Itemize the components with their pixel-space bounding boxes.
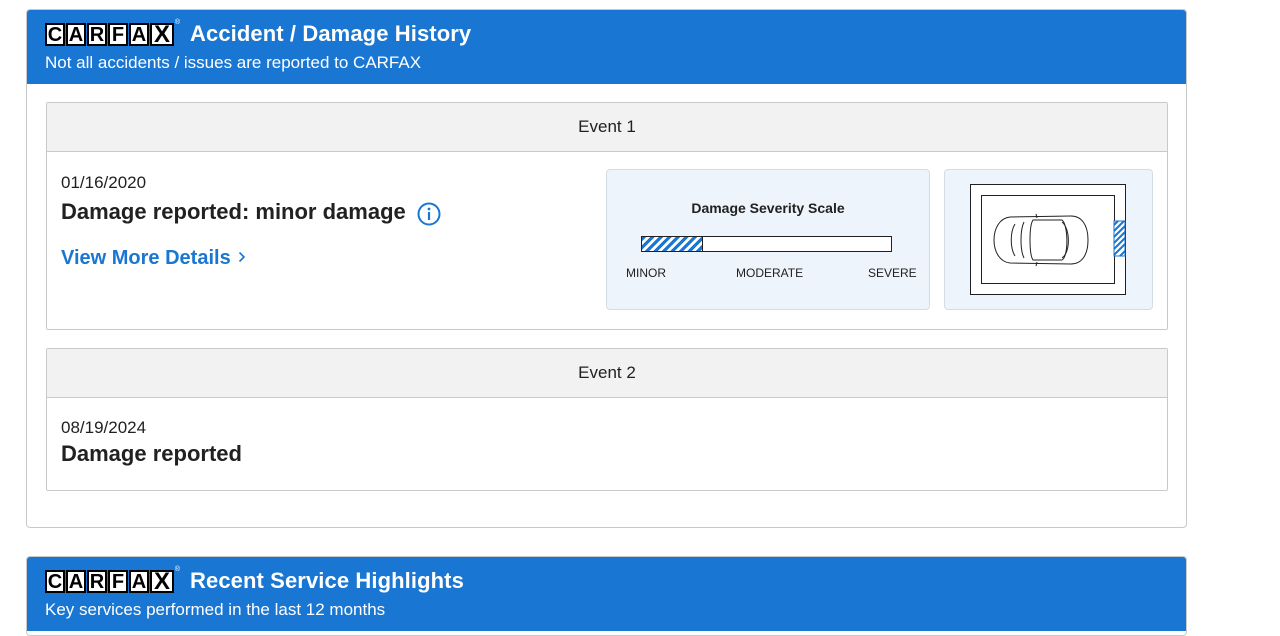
severity-label-minor: MINOR — [626, 266, 666, 280]
logo-letter: X — [150, 569, 174, 593]
section-title: Accident / Damage History — [190, 21, 472, 46]
registered-mark: ® — [174, 565, 180, 573]
view-more-details-label: View More Details — [61, 247, 231, 269]
impact-location-panel — [944, 169, 1153, 310]
event-description: Damage reported: minor damage — [61, 197, 441, 226]
event-date: 08/19/2024 — [61, 418, 147, 437]
event-header: Event 1 — [47, 103, 1167, 152]
view-more-details-link[interactable]: View More Details — [61, 247, 246, 270]
damage-severity-panel: Damage Severity Scale MINOR MODERATE SEV… — [606, 169, 930, 310]
event-description: Damage reported — [61, 441, 242, 467]
section-subtitle: Not all accidents / issues are reported … — [45, 53, 422, 72]
logo-letter: F — [108, 569, 128, 593]
severity-level-fill — [642, 237, 703, 251]
severity-title: Damage Severity Scale — [691, 200, 845, 216]
severity-label-severe: SEVERE — [868, 266, 917, 280]
severity-scale-bar — [641, 236, 892, 252]
section-header: C A R F A X ® Accident / Damage History … — [27, 10, 1186, 84]
registered-mark: ® — [174, 18, 180, 26]
severity-label-moderate: MODERATE — [736, 266, 804, 280]
logo-letter: A — [129, 22, 149, 46]
carfax-logo: C A R F A X ® — [45, 566, 180, 593]
logo-letter: X — [150, 22, 174, 46]
section-subtitle: Key services performed in the last 12 mo… — [45, 600, 386, 619]
logo-letter: C — [45, 569, 65, 593]
logo-letter: A — [129, 569, 149, 593]
logo-letter: F — [108, 22, 128, 46]
logo-letter: A — [66, 22, 86, 46]
recent-service-highlights-section: C A R F A X ® Recent Service Highlights … — [26, 556, 1187, 636]
impact-marker — [1113, 220, 1126, 257]
event-header: Event 2 — [47, 349, 1167, 398]
event-description-text: Damage reported: minor damage — [61, 198, 406, 224]
carfax-logo: C A R F A X ® — [45, 19, 180, 46]
event-card: Event 1 01/16/2020 Damage reported: mino… — [46, 102, 1168, 330]
logo-letter: A — [66, 569, 86, 593]
chevron-right-icon — [238, 250, 246, 268]
logo-letter: C — [45, 22, 65, 46]
accident-damage-history-section: C A R F A X ® Accident / Damage History … — [26, 9, 1187, 528]
section-title: Recent Service Highlights — [190, 568, 464, 593]
logo-letter: R — [87, 569, 107, 593]
info-circle-icon[interactable] — [417, 202, 441, 226]
logo-letter: R — [87, 22, 107, 46]
section-header: C A R F A X ® Recent Service Highlights … — [27, 557, 1186, 631]
event-card: Event 2 08/19/2024 Damage reported — [46, 348, 1168, 491]
event-date: 01/16/2020 — [61, 173, 147, 192]
car-diagram-icon — [970, 184, 1126, 295]
event-description-text: Damage reported — [61, 441, 242, 466]
